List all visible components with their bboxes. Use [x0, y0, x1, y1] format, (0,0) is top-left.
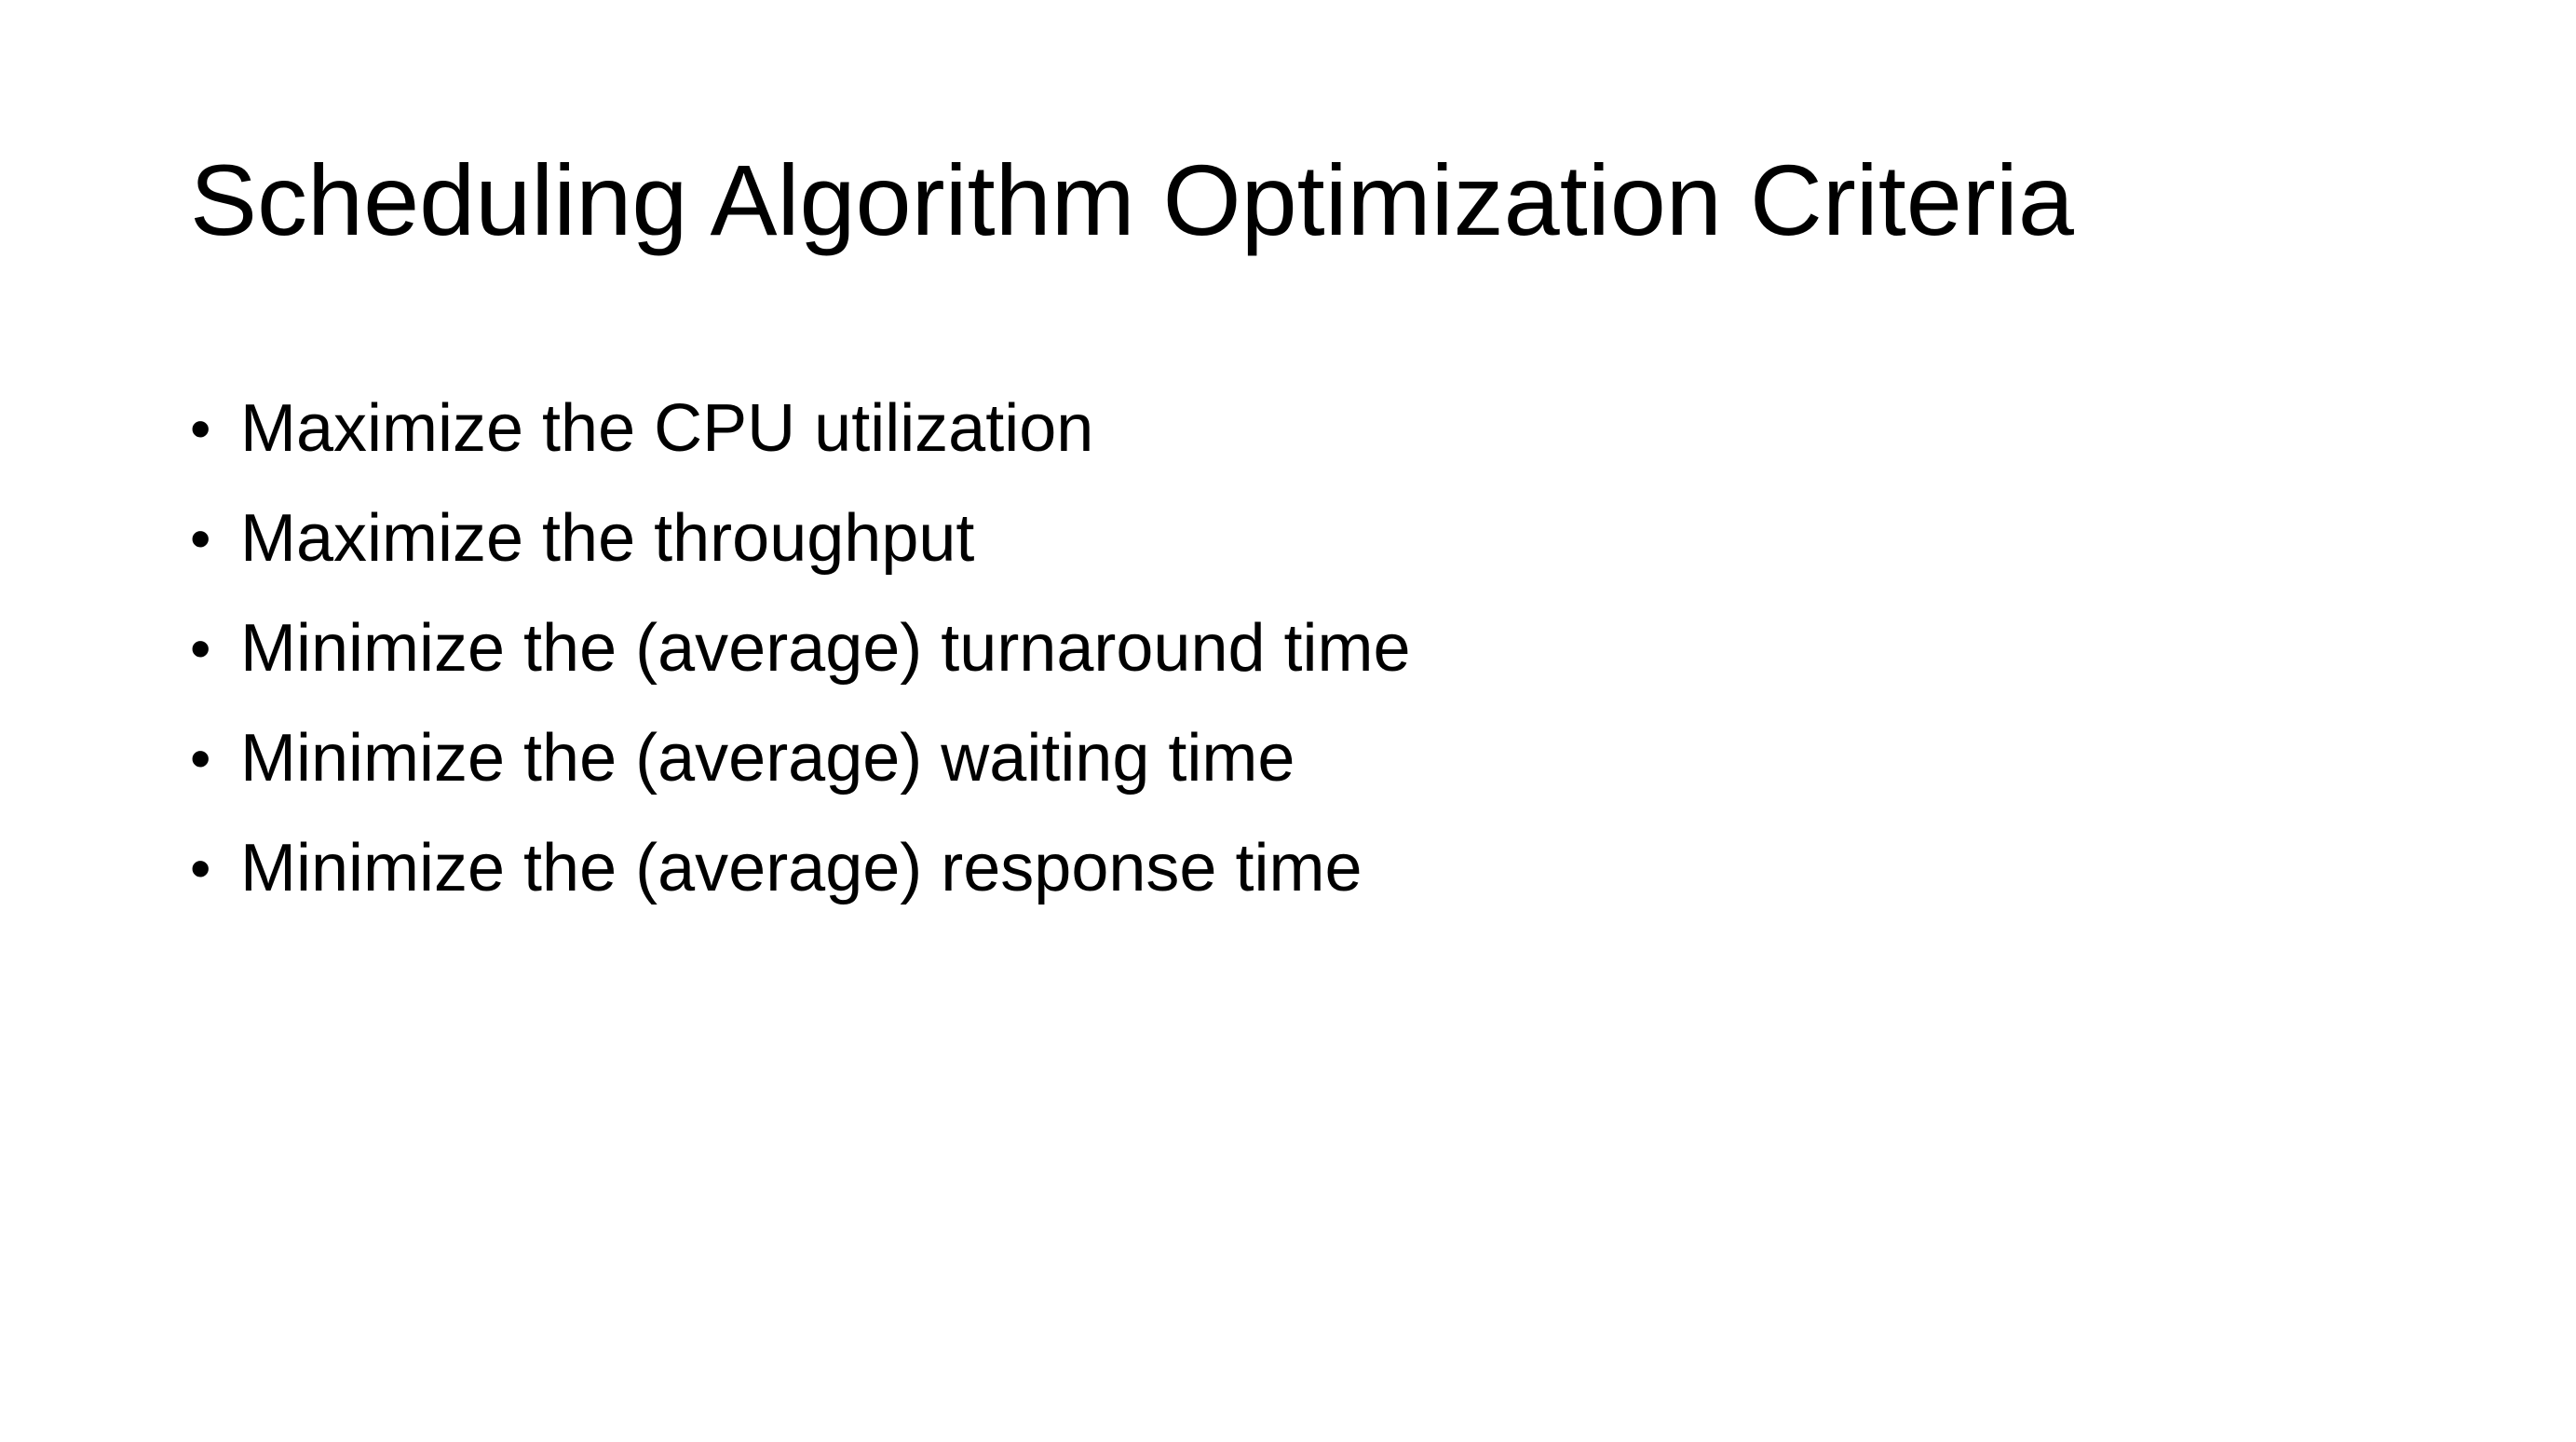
bullet-text: Maximize the throughput [240, 501, 975, 576]
slide: Scheduling Algorithm Optimization Criter… [0, 0, 2576, 1442]
bullet-text: Maximize the CPU utilization [240, 391, 1094, 466]
bullet-item-turnaround-time: • Minimize the (average) turnaround time [190, 602, 2425, 712]
bullet-text: Minimize the (average) turnaround time [240, 611, 1411, 686]
bullet-list: • Maximize the CPU utilization • Maximiz… [190, 382, 2425, 932]
bullet-text: Minimize the (average) waiting time [240, 721, 1295, 796]
bullet-item-cpu-utilization: • Maximize the CPU utilization [190, 382, 2425, 492]
bullet-item-waiting-time: • Minimize the (average) waiting time [190, 712, 2425, 822]
bullet-dot-icon: • [190, 505, 211, 572]
bullet-text: Minimize the (average) response time [240, 831, 1363, 905]
slide-title: Scheduling Algorithm Optimization Criter… [190, 143, 2074, 256]
bullet-dot-icon: • [190, 835, 211, 902]
bullet-item-response-time: • Minimize the (average) response time [190, 822, 2425, 932]
bullet-dot-icon: • [190, 395, 211, 462]
bullet-dot-icon: • [190, 725, 211, 792]
bullet-item-throughput: • Maximize the throughput [190, 492, 2425, 602]
bullet-dot-icon: • [190, 615, 211, 682]
